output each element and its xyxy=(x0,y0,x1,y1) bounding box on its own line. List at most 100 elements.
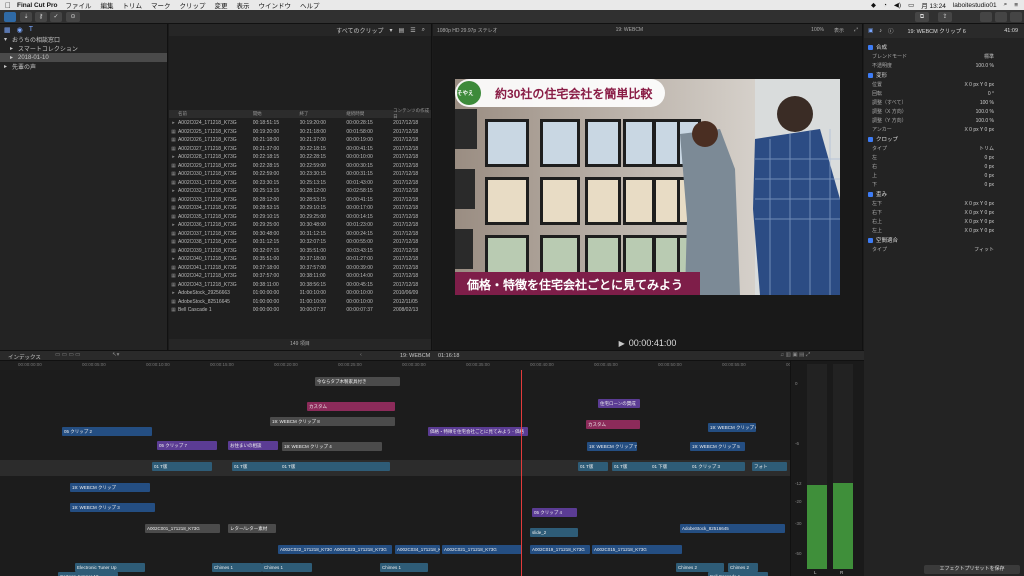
inspector-row[interactable]: タイプ フィット xyxy=(864,245,1024,254)
property-value[interactable]: 100.0 % xyxy=(976,63,994,69)
timeline-clip[interactable]: Electronic Tuner Up xyxy=(75,563,145,572)
filmstrip-icon[interactable]: ▤ xyxy=(399,27,405,34)
index-button[interactable]: インデックス xyxy=(8,353,41,361)
inspector-row[interactable]: 上 0 px xyxy=(864,171,1024,180)
timeline[interactable]: 今ならタブ木製家具付き カスタム 価格・特徴を住宅会社ごとに見てみよう - 価格 住宅… xyxy=(0,370,790,576)
select-tool-icon[interactable]: ↖▾ xyxy=(112,352,119,358)
browser-row[interactable]: ▦ A002C033_171218_K73G 00:28:12:00 00:28:53… xyxy=(169,196,431,205)
photos-icon[interactable]: ◉ xyxy=(17,26,23,34)
inspector-row[interactable]: 右 0 px xyxy=(864,162,1024,171)
zoom-select[interactable]: 100% xyxy=(811,27,824,33)
browser-row[interactable]: ▦ A002C043_171218_K73G 00:38:11:00 00:38:56… xyxy=(169,281,431,290)
browser-row[interactable]: ▸ A002C036_171218_K73G 00:29:25:00 00:30:48… xyxy=(169,221,431,230)
event-item[interactable]: ▸ 2018-01-10 xyxy=(0,53,167,62)
menu-item[interactable]: クリップ xyxy=(179,0,205,10)
library-item[interactable]: ▸ 先輩の声 xyxy=(0,62,167,71)
timeline-clip[interactable]: カスタム xyxy=(307,402,395,411)
clock-text[interactable]: 月 13:24 xyxy=(921,0,946,10)
timecode[interactable]: 00:00:41:00 xyxy=(629,338,677,348)
timeline-clip[interactable]: フォト xyxy=(752,462,787,471)
timeline-clip[interactable]: 01 T版 xyxy=(578,462,608,471)
browser-row[interactable]: ▸ A002C028_171218_K73G 00:22:18:15 00:22:28… xyxy=(169,153,431,162)
timeline-clip[interactable]: A002C034_171218_K73G xyxy=(395,545,440,554)
list-view-icon[interactable]: ☰ xyxy=(410,27,415,34)
menu-item[interactable]: ウインドウ xyxy=(258,0,291,10)
menu-app-name[interactable]: Final Cut Pro xyxy=(17,2,57,9)
timeline-clip[interactable]: A002C019_171218_K73G xyxy=(530,545,590,554)
check-circle-button[interactable]: ⊙ xyxy=(66,12,80,22)
wifi-icon[interactable]: ◔ xyxy=(883,2,887,9)
browser-row[interactable]: ▸ A002C032_171218_K73G 00:25:13:15 00:28:12… xyxy=(169,187,431,196)
property-value[interactable]: X 0 px Y 0 px xyxy=(964,127,994,133)
timeline-clip[interactable]: 19: WEBCM クリップ 3 xyxy=(70,503,155,512)
audio-inspector-icon[interactable]: ♪ xyxy=(879,28,882,34)
column-duration[interactable]: 継続時間 xyxy=(346,111,393,117)
timeline-clip[interactable]: 01 T版 xyxy=(152,462,212,471)
battery-icon[interactable]: ▭ xyxy=(908,1,914,9)
checkbox-icon[interactable] xyxy=(868,72,873,78)
browser-layout-button[interactable] xyxy=(980,12,992,22)
inspector-row[interactable]: 左 0 px xyxy=(864,153,1024,162)
keyword-button[interactable]: ⚷ xyxy=(35,12,47,22)
browser-row[interactable]: ▸ A002C024_171218_K73G 00:18:51:15 00:19:20… xyxy=(169,119,431,128)
timeline-clip[interactable]: Chimes 2 xyxy=(676,563,724,572)
share-button[interactable]: ⇪ xyxy=(938,12,952,22)
user-name[interactable]: laboitestudio01 xyxy=(953,2,997,9)
timeline-clip[interactable]: 19: WEBCM クリップ 6 xyxy=(708,423,756,432)
fullscreen-icon[interactable]: ⤢ xyxy=(854,27,858,33)
browser-row[interactable]: ▦ Bell Cascade 1 00:00:00:00 00:00:07:37 00:… xyxy=(169,306,431,315)
timeline-clip[interactable]: A002C015_171218_K73G xyxy=(592,545,682,554)
browser-row[interactable]: ▦ A002C026_171218_K73G 00:21:18:00 00:21:37… xyxy=(169,136,431,145)
browser-row[interactable]: ▦ A002C038_171218_K73G 00:31:12:15 00:32:07… xyxy=(169,238,431,247)
timeline-clip[interactable]: カスタム xyxy=(586,420,640,429)
inspector-row[interactable]: 右上 X 0 px Y 0 px xyxy=(864,217,1024,226)
property-value[interactable]: 0 px xyxy=(985,182,994,188)
titles-icon[interactable]: T xyxy=(29,26,33,33)
property-value[interactable]: 100.0 % xyxy=(976,118,994,124)
property-value[interactable]: 標準 xyxy=(984,53,994,60)
timeline-clip[interactable]: A002C021_171218_K73G xyxy=(442,545,522,554)
timeline-clip[interactable]: お住まいの相談 xyxy=(228,441,278,450)
property-value[interactable]: 0 ° xyxy=(988,91,994,97)
inspector-section[interactable]: 変形 xyxy=(864,70,1024,80)
inspector-row[interactable]: アンカー X 0 px Y 0 px xyxy=(864,125,1024,134)
checkbox-icon[interactable] xyxy=(868,136,873,142)
timeline-clip[interactable]: Chimes 1 xyxy=(212,563,262,572)
checkbox-icon[interactable] xyxy=(868,237,873,243)
inspector-row[interactable]: 左上 X 0 px Y 0 px xyxy=(864,226,1024,235)
menu-item[interactable]: ファイル xyxy=(65,0,91,10)
timeline-clip[interactable]: A002C023_171218_K73G xyxy=(332,545,392,554)
property-value[interactable]: X 0 px Y 0 px xyxy=(964,228,994,234)
library-item[interactable]: ▾ おうちの相談窓口 xyxy=(0,35,167,44)
menu-list-icon[interactable]: ≡ xyxy=(1014,2,1018,9)
timeline-clip[interactable]: Chimes 2 xyxy=(728,563,758,572)
inspector-row[interactable]: 右下 X 0 px Y 0 px xyxy=(864,208,1024,217)
inspector-section[interactable]: 空間適合 xyxy=(864,235,1024,245)
smart-collection-item[interactable]: ▸ スマートコレクション xyxy=(0,44,167,53)
timeline-clip[interactable]: Chimes 1 xyxy=(380,563,428,572)
video-inspector-icon[interactable]: ▣ xyxy=(868,28,873,34)
library-icon[interactable]: ▦ xyxy=(4,26,11,34)
property-value[interactable]: 0 px xyxy=(985,164,994,170)
timeline-clip[interactable]: 01 クリップ 3 xyxy=(690,462,745,471)
back-arrow-icon[interactable]: ‹ xyxy=(360,352,362,358)
video-frame[interactable]: そやえ 約30社の住宅会社を簡単比較 価格・特徴を住宅会社ごとに見てみよう xyxy=(455,79,840,295)
timeline-clip[interactable]: 今ならタブ木製家具付き xyxy=(315,377,400,386)
column-name[interactable]: 名前 xyxy=(178,111,253,117)
timeline-clip[interactable]: 19: WEBCM クリップ 7 xyxy=(587,442,637,451)
property-value[interactable]: トリム xyxy=(979,145,994,152)
browser-row[interactable]: ▦ A002C037_171218_K73G 00:30:48:00 00:31:12… xyxy=(169,230,431,239)
timeline-clip[interactable]: 19: WEBCM クリップ 5 xyxy=(690,442,745,451)
clip-filter-select[interactable]: すべてのクリップ xyxy=(336,26,383,35)
browser-row[interactable]: ▦ A002C029_171218_K73G 00:22:28:15 00:22:59… xyxy=(169,162,431,171)
inspector-row[interactable]: ブレンドモード 標準 xyxy=(864,52,1024,61)
property-value[interactable]: X 0 px Y 0 px xyxy=(964,201,994,207)
menu-item[interactable]: ヘルプ xyxy=(300,0,320,10)
inspector-section[interactable]: クロップ xyxy=(864,134,1024,144)
volume-icon[interactable]: ◀) xyxy=(894,1,901,9)
apple-icon[interactable]:  xyxy=(5,1,15,10)
inspector-row[interactable]: 位置 X 0 px Y 0 px xyxy=(864,80,1024,89)
timeline-clip[interactable]: 19: WEBCM クリップ xyxy=(70,483,150,492)
search-icon[interactable]: ⌕ xyxy=(422,27,425,34)
dropbox-icon[interactable]: ◆ xyxy=(871,1,876,9)
